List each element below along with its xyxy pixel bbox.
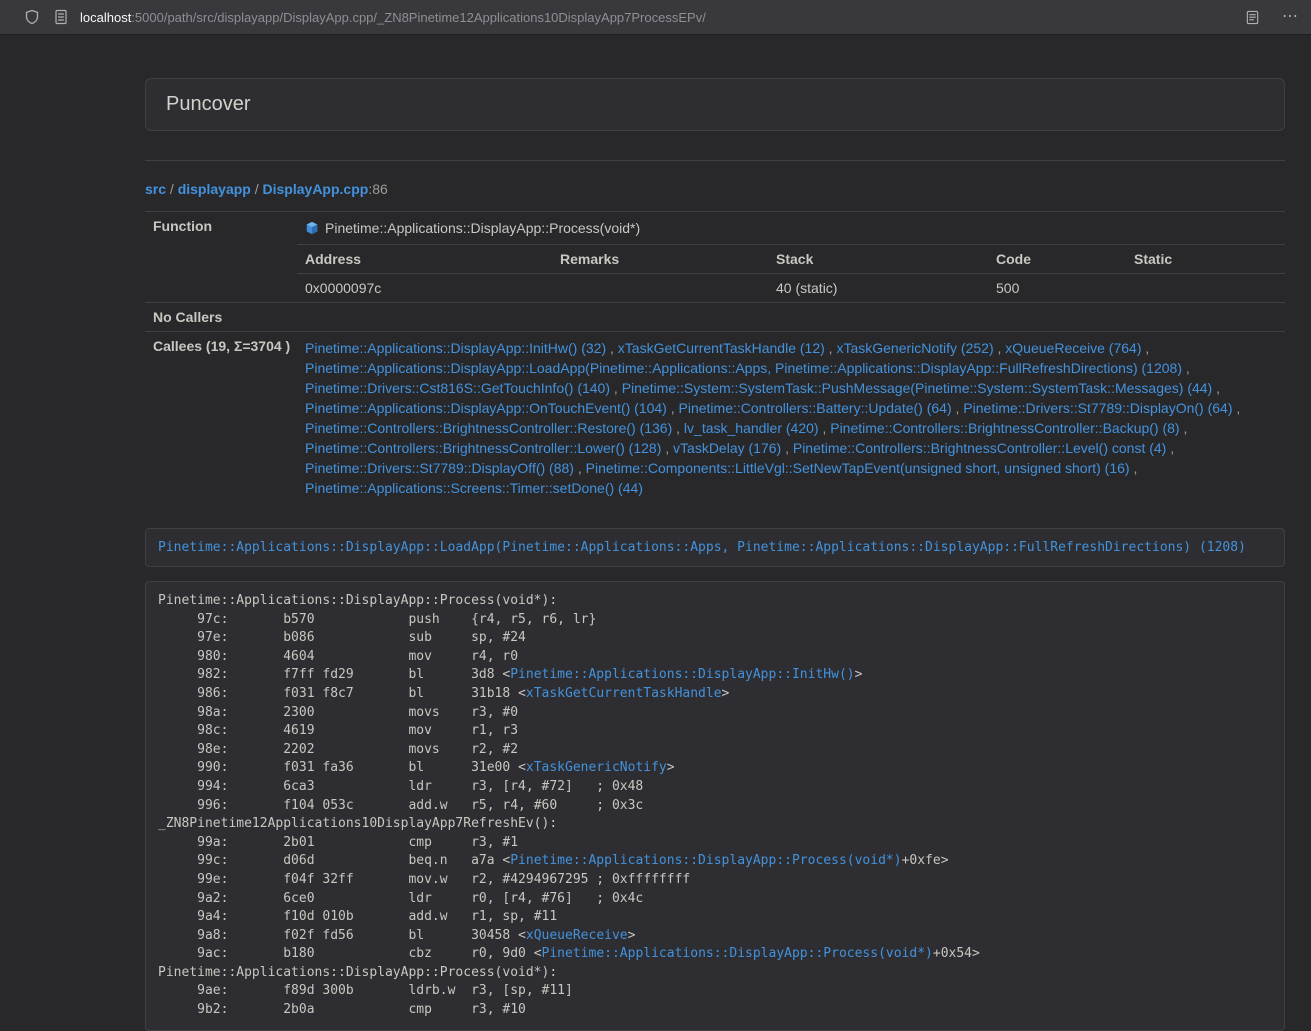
callee-separator: , xyxy=(667,400,679,416)
code-symbol-link[interactable]: xQueueReceive xyxy=(526,928,628,943)
app-title: Puncover xyxy=(166,93,1264,116)
browser-bar: localhost:5000/path/src/displayapp/Displ… xyxy=(0,0,1311,35)
symbol-name: Pinetime::Applications::DisplayApp::Proc… xyxy=(325,218,640,238)
code-symbol-link[interactable]: xTaskGenericNotify xyxy=(526,760,667,775)
callee-separator: , xyxy=(574,460,586,476)
app-header: Puncover xyxy=(145,78,1285,131)
table-row-callees: Callees (19, Σ=3704 ) Pinetime::Applicat… xyxy=(145,332,1285,505)
column-header: Stack xyxy=(768,245,988,274)
callee-link[interactable]: Pinetime::Controllers::BrightnessControl… xyxy=(830,420,1179,436)
callee-link[interactable]: Pinetime::Controllers::Battery::Update()… xyxy=(679,400,952,416)
callee-link[interactable]: vTaskDelay (176) xyxy=(673,440,781,456)
url-host: localhost xyxy=(80,10,131,25)
callee-link[interactable]: xTaskGenericNotify (252) xyxy=(836,340,993,356)
callee-separator: , xyxy=(1166,440,1174,456)
page-container: Puncover src / displayapp / DisplayApp.c… xyxy=(145,78,1285,1031)
value-address: 0x0000097c xyxy=(297,274,552,303)
callee-separator: , xyxy=(825,340,837,356)
callee-separator: , xyxy=(952,400,964,416)
callee-separator: , xyxy=(1130,460,1138,476)
callee-separator: , xyxy=(1212,380,1220,396)
callee-separator: , xyxy=(1182,360,1190,376)
callee-separator: , xyxy=(819,420,831,436)
callees-label: Callees (19, Σ=3704 ) xyxy=(145,332,297,505)
callee-separator: , xyxy=(994,340,1006,356)
nested-value-row: 0x0000097c 40 (static)500 xyxy=(297,274,1285,303)
callee-link[interactable]: Pinetime::Drivers::St7789::DisplayOff() … xyxy=(305,460,574,476)
url-bar[interactable]: localhost:5000/path/src/displayapp/Displ… xyxy=(80,10,1223,25)
shield-icon[interactable] xyxy=(24,9,40,25)
breadcrumb-link[interactable]: src xyxy=(145,181,166,197)
callee-link[interactable]: Pinetime::Controllers::BrightnessControl… xyxy=(793,440,1166,456)
function-table: Function Pinetime::Applications::Display… xyxy=(145,211,1285,504)
code-symbol-link[interactable]: Pinetime::Applications::DisplayApp::Init… xyxy=(510,667,854,682)
breadcrumb: src / displayapp / DisplayApp.cpp:86 xyxy=(145,181,1285,197)
callee-link[interactable]: Pinetime::Drivers::St7789::DisplayOn() (… xyxy=(963,400,1232,416)
breadcrumb-line-number: :86 xyxy=(368,181,387,197)
callee-separator: , xyxy=(606,340,618,356)
code-symbol-link[interactable]: xTaskGetCurrentTaskHandle xyxy=(526,686,722,701)
callee-link[interactable]: lv_task_handler (420) xyxy=(684,420,819,436)
callee-separator: , xyxy=(672,420,684,436)
callee-separator: , xyxy=(781,440,793,456)
callee-link[interactable]: Pinetime::Applications::Screens::Timer::… xyxy=(305,480,643,496)
table-row-no-callers: No Callers xyxy=(145,303,1285,332)
column-header: Code xyxy=(988,245,1126,274)
column-header: Static xyxy=(1126,245,1285,274)
callee-separator: , xyxy=(610,380,622,396)
disassembly-block: Pinetime::Applications::DisplayApp::Proc… xyxy=(145,581,1285,1031)
callees-cell: Pinetime::Applications::DisplayApp::Init… xyxy=(297,332,1285,505)
function-icon xyxy=(305,221,319,235)
nested-header-row: AddressRemarksStackCodeStatic xyxy=(297,245,1285,274)
callee-separator: , xyxy=(1141,340,1149,356)
callee-link[interactable]: Pinetime::Drivers::Cst816S::GetTouchInfo… xyxy=(305,380,610,396)
callee-link[interactable]: Pinetime::Applications::DisplayApp::Init… xyxy=(305,340,606,356)
url-path: :5000/path/src/displayapp/DisplayApp.cpp… xyxy=(131,10,706,25)
code-symbol-link[interactable]: Pinetime::Applications::DisplayApp::Proc… xyxy=(542,946,933,961)
column-header: Address xyxy=(297,245,552,274)
menu-icon[interactable]: ⋯ xyxy=(1282,9,1299,25)
column-header: Remarks xyxy=(552,245,768,274)
callee-link[interactable]: Pinetime::System::SystemTask::PushMessag… xyxy=(622,380,1213,396)
callee-link[interactable]: Pinetime::Applications::DisplayApp::OnTo… xyxy=(305,400,667,416)
callee-separator: , xyxy=(1180,420,1188,436)
symbol-highlight-link[interactable]: Pinetime::Applications::DisplayApp::Load… xyxy=(158,540,1246,555)
divider xyxy=(145,160,1285,161)
value-code: 500 xyxy=(988,274,1126,303)
symbol-line: Pinetime::Applications::DisplayApp::Proc… xyxy=(297,212,1285,244)
callee-separator: , xyxy=(661,440,673,456)
symbol-highlight-box: Pinetime::Applications::DisplayApp::Load… xyxy=(145,528,1285,567)
no-callers-label: No Callers xyxy=(145,303,297,332)
reader-mode-icon[interactable] xyxy=(1245,10,1260,25)
value-static xyxy=(1126,274,1285,303)
code-symbol-link[interactable]: Pinetime::Applications::DisplayApp::Proc… xyxy=(510,853,901,868)
value-stack: 40 (static) xyxy=(768,274,988,303)
page-identity-icon[interactable] xyxy=(54,9,68,25)
callee-link[interactable]: Pinetime::Controllers::BrightnessControl… xyxy=(305,420,672,436)
breadcrumb-link[interactable]: displayapp xyxy=(178,181,251,197)
callee-link[interactable]: Pinetime::Controllers::BrightnessControl… xyxy=(305,440,661,456)
callee-link[interactable]: xTaskGetCurrentTaskHandle (12) xyxy=(618,340,825,356)
no-callers-cell xyxy=(297,303,1285,332)
breadcrumb-link[interactable]: DisplayApp.cpp xyxy=(263,181,369,197)
callee-link[interactable]: Pinetime::Components::LittleVgl::SetNewT… xyxy=(586,460,1130,476)
breadcrumb-separator: / xyxy=(251,181,263,197)
table-row-function: Function Pinetime::Applications::Display… xyxy=(145,212,1285,303)
breadcrumb-separator: / xyxy=(166,181,178,197)
function-label: Function xyxy=(145,212,297,303)
metrics-table: AddressRemarksStackCodeStatic 0x0000097c… xyxy=(297,244,1285,302)
callee-link[interactable]: Pinetime::Applications::DisplayApp::Load… xyxy=(305,360,1182,376)
value-remarks xyxy=(552,274,768,303)
callee-link[interactable]: xQueueReceive (764) xyxy=(1005,340,1141,356)
callee-separator: , xyxy=(1233,400,1241,416)
